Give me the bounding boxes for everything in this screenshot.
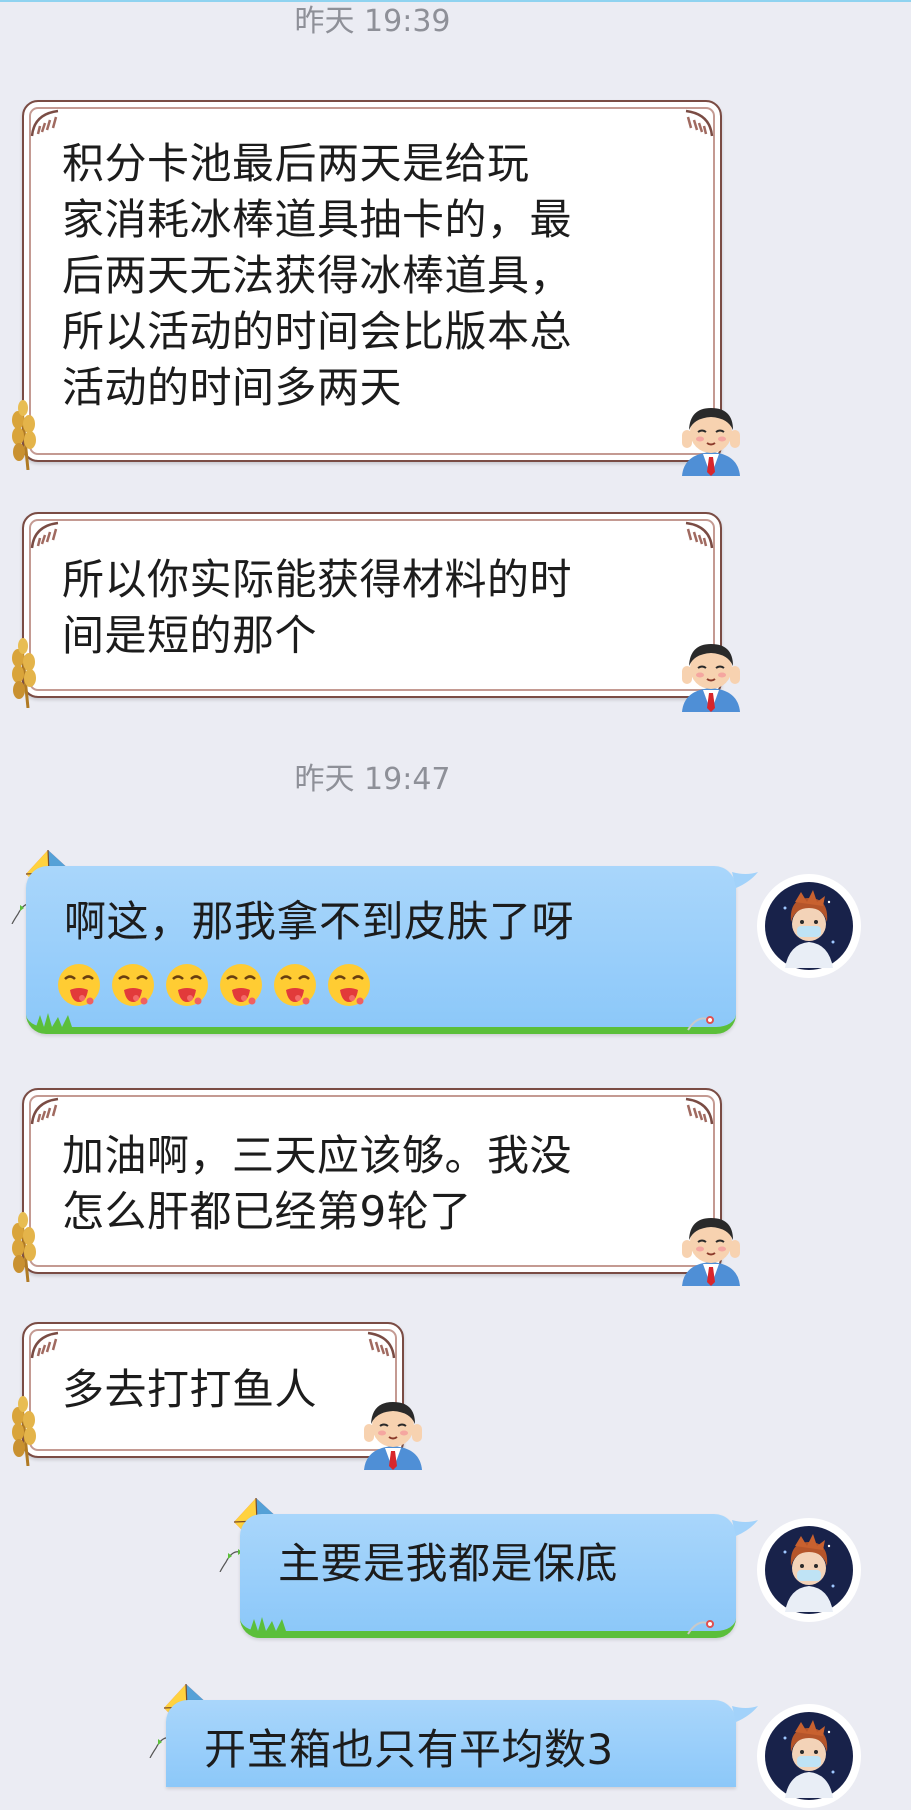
message-text: 开宝箱也只有平均数3 [204,1725,614,1774]
emoji-row [56,962,372,1008]
vomit-face-emoji [110,962,156,1008]
cartoon-boy-avatar-icon[interactable] [676,400,746,476]
wheat-icon [8,400,42,470]
outgoing-message-bubble[interactable]: 开宝箱也只有平均数3 [166,1700,736,1787]
message-text: 积分卡池最后两天是给玩 家消耗冰棒道具抽卡的，最 后两天无法获得冰棒道具， 所以… [62,139,573,412]
incoming-message-bubble[interactable]: 所以你实际能获得材料的时 间是短的那个 [22,512,722,698]
bubble-corner-ornament [30,1330,76,1360]
incoming-message-bubble[interactable]: 积分卡池最后两天是给玩 家消耗冰棒道具抽卡的，最 后两天无法获得冰棒道具， 所以… [22,100,722,462]
outgoing-message-bubble[interactable]: 主要是我都是保底 [240,1514,736,1638]
cartoon-boy-avatar-icon[interactable] [358,1394,428,1470]
vomit-face-emoji [56,962,102,1008]
bubble-corner-ornament [668,520,714,550]
vomit-face-emoji [164,962,210,1008]
anime-boy-avatar-icon[interactable] [755,1516,863,1624]
grass-decoration [248,1615,288,1631]
bubble-corner-ornament [350,1330,396,1360]
anime-boy-avatar-icon[interactable] [755,1702,863,1810]
cartoon-boy-avatar-icon[interactable] [676,636,746,712]
wheat-icon [8,1396,42,1466]
kite-string-anchor [684,1614,714,1638]
bubble-corner-ornament [30,1096,76,1126]
outgoing-message-bubble[interactable]: 啊这，那我拿不到皮肤了呀 [26,866,736,1034]
bubble-corner-ornament [668,108,714,138]
incoming-message-bubble[interactable]: 多去打打鱼人 [22,1322,404,1458]
bubble-corner-ornament [30,108,76,138]
wheat-icon [8,1212,42,1282]
anime-boy-avatar-icon[interactable] [755,872,863,980]
incoming-message-bubble[interactable]: 加油啊，三天应该够。我没 怎么肝都已经第9轮了 [22,1088,722,1274]
vomit-face-emoji [272,962,318,1008]
kite-string-anchor [684,1010,714,1034]
vomit-face-emoji [326,962,372,1008]
message-text: 加油啊，三天应该够。我没 怎么肝都已经第9轮了 [62,1131,573,1236]
vomit-face-emoji [218,962,264,1008]
message-text: 主要是我都是保底 [278,1539,619,1588]
message-text: 所以你实际能获得材料的时 间是短的那个 [62,555,573,660]
grass-decoration [34,1011,74,1027]
message-text: 啊这，那我拿不到皮肤了呀 [64,897,575,946]
bubble-corner-ornament [30,520,76,550]
top-border [0,0,911,2]
timestamp: 昨天 19:39 [294,4,451,39]
cartoon-boy-avatar-icon[interactable] [676,1210,746,1286]
message-text: 多去打打鱼人 [62,1365,318,1414]
timestamp: 昨天 19:47 [294,762,451,797]
bubble-corner-ornament [668,1096,714,1126]
wheat-icon [8,638,42,708]
